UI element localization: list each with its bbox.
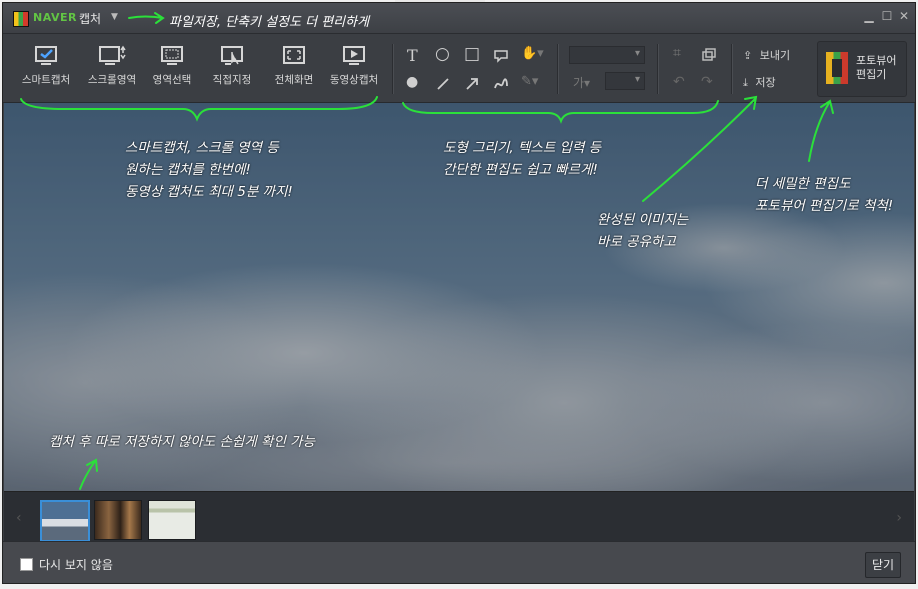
number-tool-icon[interactable]: ● xyxy=(406,74,418,90)
scroll-area-label: 스크롤영역 xyxy=(87,74,137,86)
footer-bar: 다시 보지 않음 닫기 xyxy=(3,541,915,583)
resize-icon[interactable] xyxy=(701,47,717,63)
undo-icon[interactable]: ↶ xyxy=(673,74,685,90)
toolbar-divider xyxy=(557,44,559,94)
direct-select-icon xyxy=(221,46,243,65)
area-select-button[interactable]: 영역선택 xyxy=(141,44,203,87)
title-bar: NAVER 캡처 ▼ 파일저장, 단축키 설정도 더 편리하게 ▁ ☐ ✕ xyxy=(3,3,915,34)
toolbar-divider xyxy=(657,44,659,94)
toolbar-divider xyxy=(731,44,733,94)
area-select-icon xyxy=(161,46,183,65)
text-tool-icon[interactable]: T xyxy=(407,46,418,65)
toolbar-divider xyxy=(392,44,394,94)
minimize-icon[interactable]: ▁ xyxy=(861,9,877,23)
photo-viewer-icon xyxy=(826,52,848,84)
edit-tip-annotation: 도형 그리기, 텍스트 입력 등 간단한 편집도 쉽고 빠르게! xyxy=(443,140,602,178)
direct-select-button[interactable]: 직접지정 xyxy=(201,44,263,87)
fullscreen-button[interactable]: 전체화면 xyxy=(263,44,325,87)
save-button[interactable]: ⤓ 저장 xyxy=(743,74,776,90)
fullscreen-label: 전체화면 xyxy=(274,74,314,86)
dont-show-again-checkbox[interactable] xyxy=(20,558,33,571)
redo-icon[interactable]: ↷ xyxy=(701,74,713,90)
smart-capture-button[interactable]: 스마트캡처 xyxy=(15,44,77,87)
font-combo[interactable] xyxy=(569,46,645,64)
title-tip-annotation: 파일저장, 단축키 설정도 더 편리하게 xyxy=(169,15,370,30)
smart-capture-label: 스마트캡처 xyxy=(21,74,71,86)
photo-editor-tip-annotation: 더 세밀한 편집도 포토뷰어 편집기로 척척! xyxy=(755,176,894,214)
history-thumbnail[interactable] xyxy=(40,500,90,542)
direct-select-label: 직접지정 xyxy=(212,74,252,86)
capture-tip-annotation: 스마트캡처, 스크롤 영역 등 원하는 캡처를 한번에! 동영상 캡처도 최대 … xyxy=(125,140,293,200)
dont-show-again-label: 다시 보지 않음 xyxy=(39,558,113,572)
close-button[interactable]: 닫기 xyxy=(865,552,901,578)
share-button[interactable]: ⇪ 보내기 xyxy=(743,47,790,63)
line-color-icon[interactable]: ✎▾ xyxy=(521,74,538,89)
line-tool-icon[interactable] xyxy=(435,76,451,92)
capture-history-strip: ‹ › xyxy=(4,491,914,542)
history-thumbnail[interactable] xyxy=(94,500,142,540)
download-icon: ⤓ xyxy=(743,76,748,89)
rectangle-tool-icon[interactable]: □ xyxy=(464,44,480,64)
circle-tool-icon[interactable]: ○ xyxy=(435,44,450,64)
video-capture-label: 동영상캡처 xyxy=(329,74,379,86)
naver-capture-window: NAVER 캡처 ▼ 파일저장, 단축키 설정도 더 편리하게 ▁ ☐ ✕ 스마… xyxy=(2,2,916,584)
arrow-tool-icon[interactable] xyxy=(464,76,480,92)
close-window-icon[interactable]: ✕ xyxy=(896,9,912,23)
scroll-area-button[interactable]: 스크롤영역 xyxy=(81,44,143,87)
app-menu-dropdown-icon[interactable]: ▼ xyxy=(111,12,118,22)
font-size-icon: 가▾ xyxy=(573,76,591,90)
video-capture-button[interactable]: 동영상캡처 xyxy=(323,44,385,87)
chevron-left-icon[interactable]: ‹ xyxy=(16,510,22,526)
font-size-combo[interactable] xyxy=(605,72,645,90)
title-tip-arrow xyxy=(128,12,165,24)
scroll-area-icon xyxy=(99,45,126,65)
freehand-tool-icon[interactable] xyxy=(493,76,509,92)
crop-icon[interactable]: ⌗ xyxy=(673,45,681,61)
maximize-icon[interactable]: ☐ xyxy=(879,9,895,23)
naver-capture-app-icon xyxy=(13,11,29,27)
photo-editor-label: 포토뷰어 편집기 xyxy=(856,54,897,81)
smart-capture-icon xyxy=(35,46,57,65)
history-tip-annotation: 캡처 후 따로 저장하지 않아도 손쉽게 확인 가능 xyxy=(49,434,316,450)
share-tip-annotation: 완성된 이미지는 바로 공유하고 xyxy=(597,212,689,250)
photo-editor-button[interactable]: 포토뷰어 편집기 xyxy=(817,41,907,97)
fill-color-icon[interactable]: ✋▾ xyxy=(521,46,544,61)
save-label: 저장 xyxy=(755,76,776,89)
share-label: 보내기 xyxy=(759,49,791,62)
video-capture-icon xyxy=(343,46,365,65)
share-icon: ⇪ xyxy=(743,49,753,62)
speech-bubble-tool-icon[interactable] xyxy=(493,48,509,64)
area-select-label: 영역선택 xyxy=(152,74,192,86)
history-thumbnail[interactable] xyxy=(148,500,196,540)
app-name: 캡처 xyxy=(79,12,102,26)
brand-logo-text: NAVER xyxy=(33,11,77,24)
chevron-right-icon[interactable]: › xyxy=(896,510,902,526)
fullscreen-icon xyxy=(283,46,305,64)
